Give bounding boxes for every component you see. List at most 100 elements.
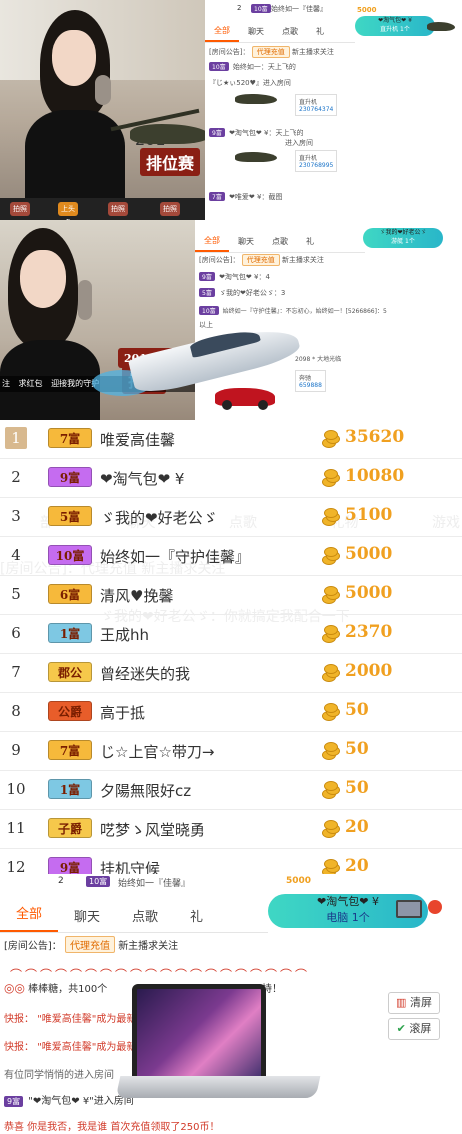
streamer-face <box>52 30 96 86</box>
photo-button-2[interactable]: 拍照 <box>108 202 128 216</box>
leaderboard-username[interactable]: 曾经迷失的我 <box>100 663 190 684</box>
tab-chat[interactable]: 聊天 <box>239 26 273 37</box>
trash-icon: ▥ <box>396 996 407 1009</box>
chat-badge: 10富 <box>209 62 229 71</box>
wealth-badge: 公爵 <box>48 701 92 721</box>
chat-badge: 5富 <box>199 288 215 297</box>
wealth-badge: 子爵 <box>48 818 92 838</box>
enter-line: 进入房间 <box>285 139 313 147</box>
clear-screen-button[interactable]: ▥ 清屏 <box>388 992 440 1014</box>
tab-songs[interactable]: 点歌 <box>273 26 307 37</box>
leaderboard-score: 50 <box>345 778 369 798</box>
notice-tag[interactable]: 代理充值 <box>251 46 290 58</box>
leaderboard-row[interactable]: 9 7富 じ☆上官☆带刀→ 50 <box>0 732 462 771</box>
leaderboard-row[interactable]: 3 5富 ゞ我的❤好老公ゞ 5100 <box>0 498 462 537</box>
video-bar-item[interactable]: 求红包 <box>19 379 43 388</box>
notice-text: 新主播求关注 <box>281 256 324 264</box>
gift-rank-top-row: 2 10富 始终如一『佳馨』 5000 <box>0 874 462 890</box>
wealth-badge: 10富 <box>48 545 92 565</box>
notice-line: [房间公告]： 代理充值 新主播求关注 <box>209 46 334 58</box>
top-gift-rank: 2 <box>237 4 242 12</box>
close-icon[interactable] <box>428 900 442 914</box>
leaderboard-username[interactable]: 唯爱高佳馨 <box>100 429 175 450</box>
laptop-keyboard <box>115 1076 321 1098</box>
gift-card-number: 659888 <box>299 382 322 389</box>
gift-card-number: 230764374 <box>299 106 334 113</box>
leaderboard-score: 5000 <box>345 583 393 603</box>
tab-gifts[interactable]: 礼 <box>307 26 333 37</box>
top-gift-badge: 10富 <box>86 876 111 887</box>
coin-icon <box>322 469 340 487</box>
leaderboard-username[interactable]: 王成hh <box>100 624 149 645</box>
tab-chat[interactable]: 聊天 <box>229 236 263 247</box>
laptop-mini-icon <box>396 900 422 918</box>
candy-line: ◎◎ 棒棒糖，共100个 <box>4 980 107 995</box>
leaderboard-rank: 11 <box>6 819 26 837</box>
promo-sub: 游艇 1个 <box>391 238 415 245</box>
leaderboard-row[interactable]: 5 6富 清风♥挽馨 5000 <box>0 576 462 615</box>
leaderboard-rank: 1 <box>5 427 27 449</box>
chat-badge: 7富 <box>209 192 225 201</box>
photo-button[interactable]: 拍照 <box>10 202 30 216</box>
leaderboard-row[interactable]: 6 1富 王成hh 2370 <box>0 615 462 654</box>
leaderboard-row[interactable]: 10 1富 夕陽無限好cz 50 <box>0 771 462 810</box>
photo-button-3[interactable]: 拍照 <box>160 202 180 216</box>
tab-gifts[interactable]: 礼 <box>297 236 323 247</box>
enter-line: 9富 "❤淘气包❤ ¥"进入房间 <box>4 1092 134 1107</box>
video-control-bar: 拍照 上头条 拍照 拍照 <box>0 198 205 220</box>
leaderboard-rank: 2 <box>11 468 21 486</box>
chat-text: ❤唯爱❤ ¥：截图 <box>229 193 283 201</box>
chat-message: 9富 ❤淘气包❤ ¥：天上飞的 <box>209 128 303 138</box>
leaderboard-username[interactable]: 夕陽無限好cz <box>100 780 191 801</box>
notice-text: 新主播求关注 <box>118 941 179 952</box>
tab-all[interactable]: 全部 <box>205 21 239 42</box>
chat-text: 始终如一：天上飞的 <box>232 63 296 71</box>
coin-icon <box>322 859 340 877</box>
leaderboard-row[interactable]: 8 公爵 高于抵 50 <box>0 693 462 732</box>
notice-tag[interactable]: 代理充值 <box>65 936 115 953</box>
tab-gifts[interactable]: 礼 <box>174 906 219 925</box>
news-line: 快报： "唯爱高佳馨"成为最新 <box>4 1010 136 1025</box>
tab-all[interactable]: 全部 <box>195 231 229 252</box>
leaderboard-row[interactable]: 7 郡公 曾经迷失的我 2000 <box>0 654 462 693</box>
chat-text: ゞ我的❤好老公ゞ：3 <box>219 289 286 297</box>
video-bar-item[interactable]: 注 <box>2 379 10 388</box>
video-area: 201 排位赛 <box>0 0 210 220</box>
notice-label: [房间公告]： <box>4 941 62 952</box>
leaderboard-row[interactable]: 4 10富 始终如一『守护佳馨』 5000 <box>0 537 462 576</box>
car-wheel <box>222 400 232 410</box>
wealth-badge: 1富 <box>48 623 92 643</box>
candy-icon: ◎◎ <box>4 981 25 995</box>
leaderboard-username[interactable]: じ☆上官☆带刀→ <box>100 741 214 762</box>
check-icon: ✔ <box>396 1022 406 1035</box>
tab-all[interactable]: 全部 <box>0 899 59 932</box>
chat-text: ❤淘气包❤ ¥：天上飞的 <box>229 129 304 137</box>
leaderboard-row[interactable]: 2 9富 ❤淘气包❤ ¥ 10080 <box>0 459 462 498</box>
gift-card: 直升机 230768995 <box>295 150 338 172</box>
leaderboard-row[interactable]: 11 子爵 呓梦ゝ风堂晓勇 20 <box>0 810 462 849</box>
candy-text: 棒棒糖，共100个 <box>28 984 108 995</box>
headline-button[interactable]: 上头条 <box>58 202 78 220</box>
scroll-screen-button[interactable]: ✔ 滚屏 <box>388 1018 440 1040</box>
leaderboard-username[interactable]: 高于抵 <box>100 702 145 723</box>
leaderboard-username[interactable]: 呓梦ゝ风堂晓勇 <box>100 819 205 840</box>
visitor-line: 2098 * 大地光临 <box>295 356 342 363</box>
chat-message: 5富 ゞ我的❤好老公ゞ：3 <box>199 288 285 298</box>
promo-name: ❤淘气包❤ ¥ <box>378 17 412 24</box>
tab-chat[interactable]: 聊天 <box>58 906 116 925</box>
chat-message: 以上 <box>199 321 213 329</box>
gift-card-number: 230768995 <box>299 162 334 169</box>
tab-songs[interactable]: 点歌 <box>263 236 297 247</box>
leaderboard-row[interactable]: 1 7富 唯爱高佳馨 35620 <box>0 420 462 459</box>
leaderboard-username[interactable]: 始终如一『守护佳馨』 <box>100 546 250 567</box>
leaderboard-username[interactable]: 清风♥挽馨 <box>100 585 173 606</box>
notice-tag[interactable]: 代理充值 <box>241 254 280 266</box>
helicopter-gift-icon <box>235 94 277 104</box>
news-prefix: 快报： <box>4 1014 34 1025</box>
leaderboard-username[interactable]: ゞ我的❤好老公ゞ <box>100 507 218 528</box>
leaderboard-username[interactable]: ❤淘气包❤ ¥ <box>100 468 184 489</box>
tab-songs[interactable]: 点歌 <box>116 906 174 925</box>
rank-overlay: 排位赛 <box>140 148 201 176</box>
coin-icon <box>322 664 340 682</box>
stream-panel-2: 2018第一季 排位 注 求红包 迎接我的守护 10080 ゞ我的❤好老公ゞ 游… <box>0 220 462 420</box>
